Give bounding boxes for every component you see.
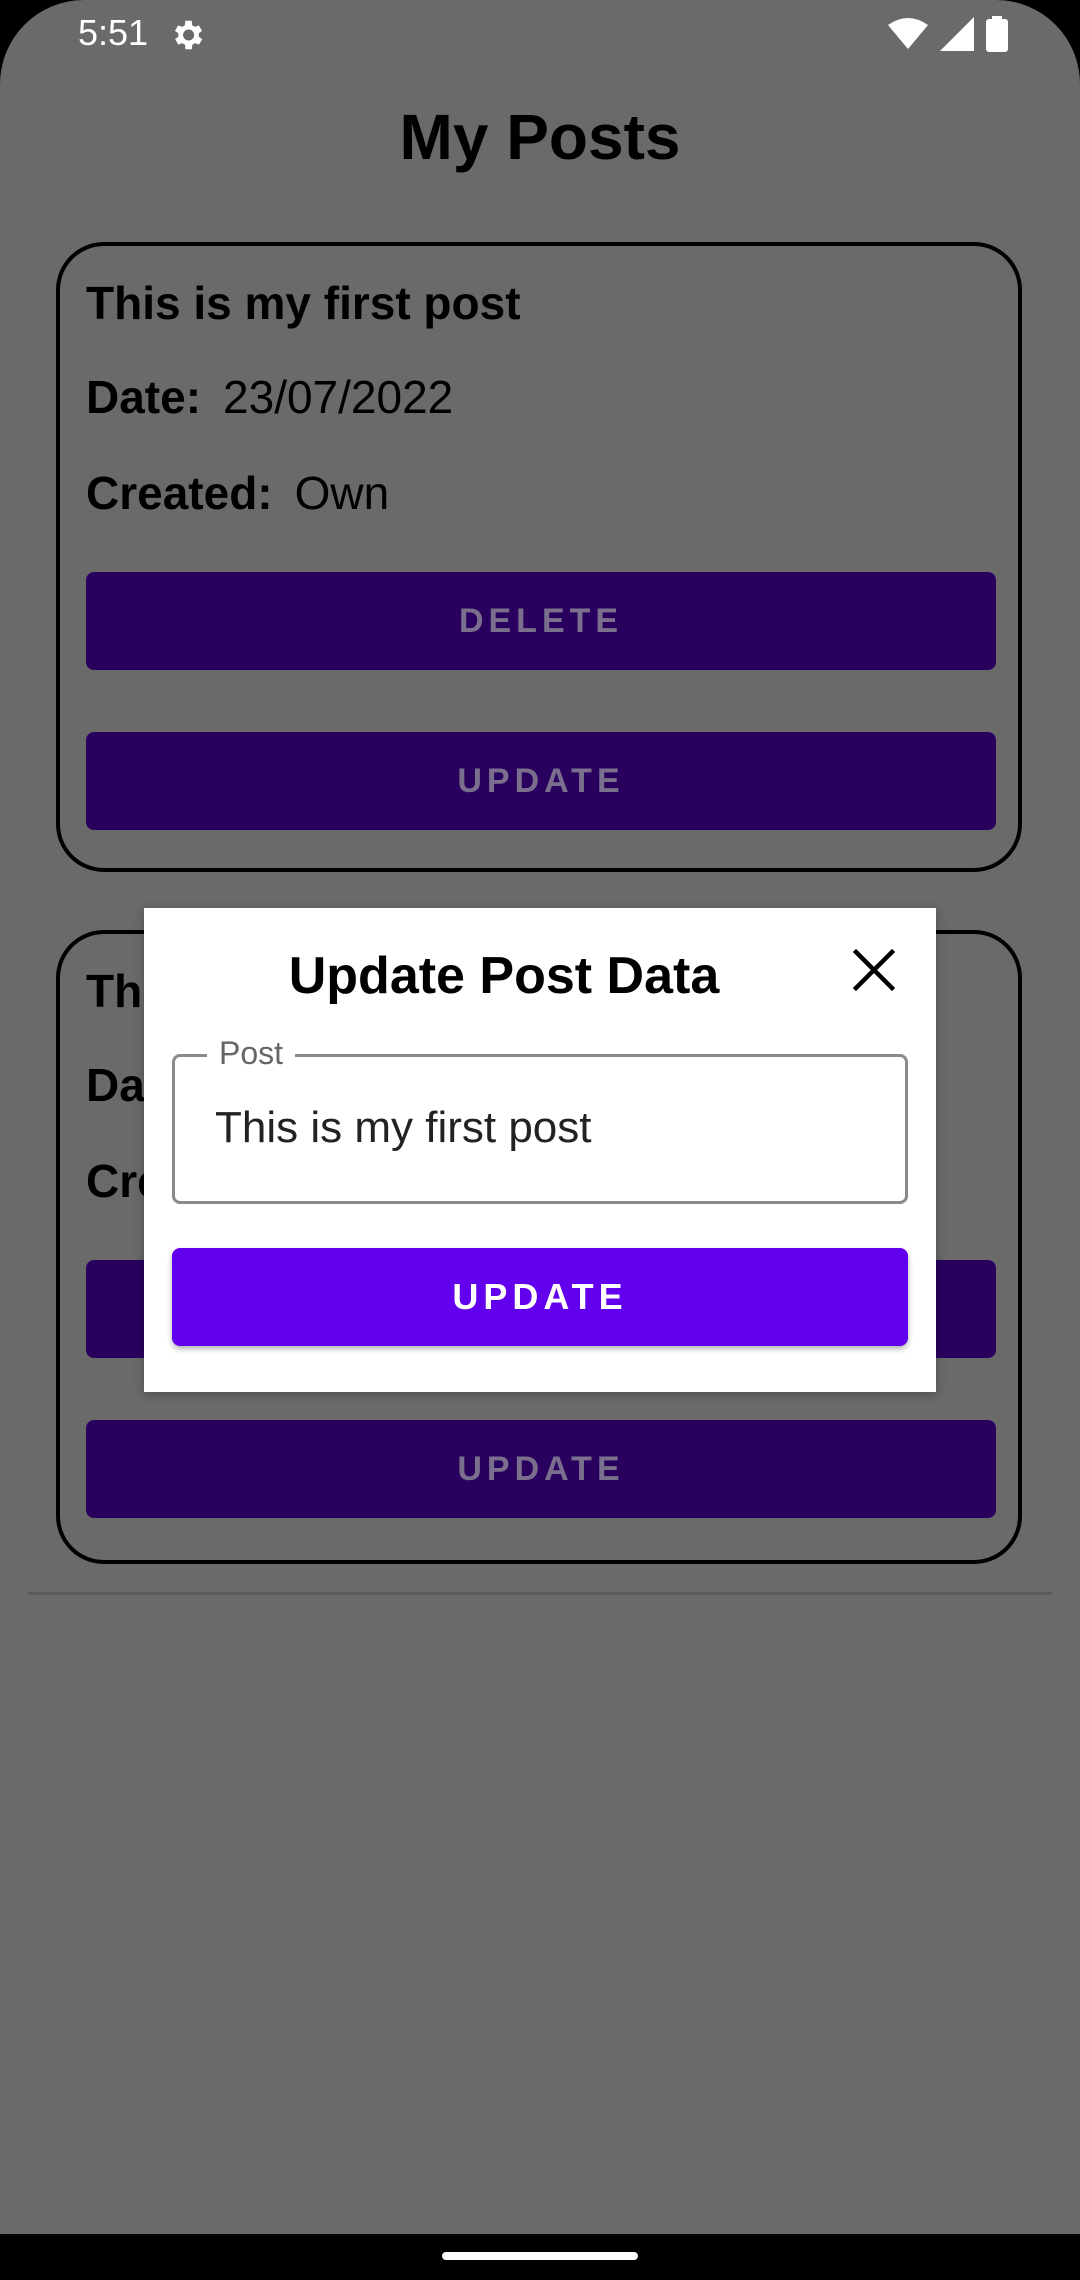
update-post-dialog: Update Post Data Post UPDATE [144,908,936,1392]
update-button[interactable]: UPDATE [86,1420,996,1518]
dialog-title: Update Post Data [288,947,720,1005]
screen: 5:51 My Posts This is my first post Date… [0,0,1080,2280]
post-title: This is my first post [86,277,521,329]
date-label: Date: [86,371,202,423]
close-icon[interactable] [850,946,898,994]
page-title: My Posts [399,101,681,173]
dialog-update-button[interactable]: UPDATE [172,1248,908,1346]
date-label: Da [86,1059,145,1111]
wifi-icon [888,18,928,49]
post-card: This is my first post Date: 23/07/2022 Cr… [56,242,1022,872]
created-value: Own [294,467,390,519]
date-value: 23/07/2022 [223,371,454,423]
update-button[interactable]: UPDATE [86,732,996,830]
delete-button[interactable]: DELETE [86,572,996,670]
signal-icon [940,17,974,51]
created-label: Created: [86,467,273,519]
post-date: Da [86,1058,145,1112]
post-date: Date: 23/07/2022 [86,370,453,424]
post-title: Th [86,965,143,1017]
battery-icon [986,16,1008,52]
post-input[interactable] [215,1103,855,1153]
status-bar: 5:51 [0,0,1080,70]
status-time: 5:51 [78,12,149,53]
status-icons [888,16,1008,52]
gear-icon [174,20,203,50]
post-field-label: Post [207,1035,296,1072]
post-field: Post [172,1035,908,1204]
post-created: Created: Own [86,466,389,520]
navigation-bar [0,2234,1080,2280]
home-gesture-handle[interactable] [442,2252,638,2260]
